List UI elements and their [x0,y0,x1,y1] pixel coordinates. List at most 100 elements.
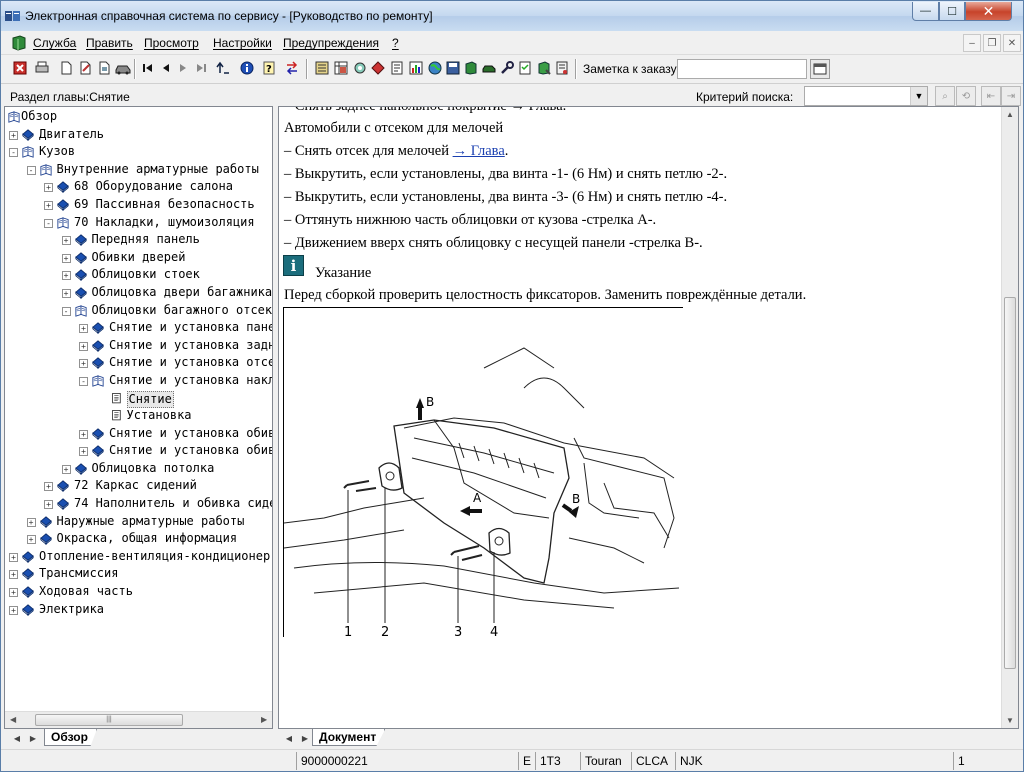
tree-collapse-icon[interactable]: - [26,165,36,175]
tree-expand-icon[interactable]: + [9,588,18,598]
search-criteria-select[interactable]: ▼ [804,86,928,106]
next-page-icon[interactable] [173,58,193,78]
tree-item[interactable]: + Облицовка двери багажника [5,284,272,302]
tab-prev-icon[interactable]: ◀ [10,731,24,745]
tree-horizontal-scrollbar[interactable]: ◀ ||| ▶ [5,711,272,728]
print-icon[interactable] [32,58,52,78]
doc-tab-prev-icon[interactable]: ◀ [282,731,296,745]
tree-expand-icon[interactable]: + [9,605,18,615]
menu-preduprezhdeniya[interactable]: Предупреждения [283,36,379,50]
tree-collapse-icon[interactable]: - [79,376,88,386]
edit-page-icon[interactable] [75,58,95,78]
tree-collapse-icon[interactable]: - [61,306,71,316]
scroll-right-icon[interactable]: ▶ [261,715,267,724]
wrench-icon[interactable] [497,58,517,78]
page-copy-icon[interactable] [94,58,114,78]
car-icon[interactable] [113,58,133,78]
mdi-close-button[interactable]: ✕ [1003,34,1021,52]
tree-expand-icon[interactable]: + [61,271,71,281]
doc-tab-next-icon[interactable]: ▶ [298,731,312,745]
tree-item[interactable]: + Снятие и установка обивки [5,442,272,460]
info-icon[interactable] [237,58,257,78]
tree-item[interactable]: Обзор [5,108,272,126]
tree-expand-icon[interactable]: + [44,482,53,492]
tree-item[interactable]: - Снятие и установка накладки [5,372,272,390]
scroll-down-icon[interactable]: ▼ [1006,716,1014,725]
tree-expand-icon[interactable]: + [61,236,71,246]
maximize-button[interactable]: ☐ [939,2,965,21]
tree-expand-icon[interactable]: + [9,570,18,580]
tree-item[interactable]: +69 Пассивная безопасность [5,196,272,214]
tree-item[interactable]: + Двигатель [5,126,272,144]
tree-expand-icon[interactable]: + [61,288,71,298]
tree-item[interactable]: + Облицовки стоек [5,266,272,284]
tree-item[interactable]: + Снятие и установка задней [5,337,272,355]
search-refresh-icon[interactable]: ⟲ [956,86,976,106]
tree-item[interactable]: + Трансмиссия [5,565,272,583]
tree-item[interactable]: + Снятие и установка отсека [5,354,272,372]
menu-nastroyki[interactable]: Настройки [213,36,272,50]
menu-sluzhba[interactable]: Служба [33,36,76,50]
tree-item[interactable]: - Внутренние арматурные работы [5,161,272,179]
tree-expand-icon[interactable]: + [79,324,88,334]
table-icon[interactable] [331,58,351,78]
tree-collapse-icon[interactable]: - [9,148,18,158]
tree-item[interactable]: + Ходовая часть [5,583,272,601]
search-next-icon[interactable]: ⇥ [1001,86,1021,106]
tree-item[interactable]: - Облицовки багажного отсека [5,302,272,320]
first-page-icon[interactable] [138,58,158,78]
tree-item[interactable]: + Окраска, общая информация [5,530,272,548]
green-book-icon[interactable] [461,58,481,78]
document-scroll-thumb[interactable] [1004,297,1016,669]
tools-icon[interactable] [350,58,370,78]
tree-expand-icon[interactable]: + [26,535,36,545]
tree-expand-icon[interactable]: + [44,200,53,210]
tree-item[interactable]: Снятие [5,390,272,408]
tree-expand-icon[interactable]: + [79,341,88,351]
tab-document[interactable]: Документ [312,729,386,746]
menu-pravit[interactable]: Править [86,36,133,50]
tree-item[interactable]: - Кузов [5,143,272,161]
tree-item[interactable]: + Облицовка потолка [5,460,272,478]
order-note-input[interactable] [677,59,807,79]
save-icon[interactable] [443,58,463,78]
note-edit-icon[interactable] [810,59,830,79]
mdi-restore-button[interactable]: ❐ [983,34,1001,52]
notes-icon[interactable] [552,58,572,78]
tree-item[interactable]: + Отопление-вентиляция-кондиционер [5,548,272,566]
diamond-icon[interactable] [368,58,388,78]
close-button[interactable]: ✕ [965,2,1012,21]
catalog-icon[interactable] [312,58,332,78]
tree-item[interactable]: +68 Оборудование салона [5,178,272,196]
search-prev-icon[interactable]: ⇤ [981,86,1001,106]
tree-expand-icon[interactable]: + [61,253,71,263]
exit-icon[interactable] [10,58,30,78]
tree-expand-icon[interactable]: + [61,464,71,474]
tree-item[interactable]: +74 Наполнитель и обивка сидений [5,495,272,513]
globe-icon[interactable] [425,58,445,78]
menu-help[interactable]: ? [392,36,399,50]
tree-expand-icon[interactable]: + [79,359,88,369]
car-small-icon[interactable] [479,58,499,78]
chart-icon[interactable] [406,58,426,78]
tree-collapse-icon[interactable]: - [44,218,53,228]
tree-expand-icon[interactable]: + [9,130,18,140]
document-vertical-scrollbar[interactable]: ▲ ▼ [1001,107,1018,728]
tree-item[interactable]: - 70 Накладки, шумоизоляция [5,214,272,232]
chevron-down-icon[interactable]: ▼ [910,87,927,105]
new-page-icon[interactable] [56,58,76,78]
scroll-thumb[interactable]: ||| [35,714,183,726]
tree-item[interactable]: Установка [5,407,272,425]
help-question-icon[interactable]: ? [259,58,279,78]
tree-expand-icon[interactable]: + [9,552,18,562]
menu-prosmotr[interactable]: Просмотр [144,36,199,50]
tree-item[interactable]: +72 Каркас сидений [5,477,272,495]
tree-expand-icon[interactable]: + [79,447,88,457]
tab-next-icon[interactable]: ▶ [26,731,40,745]
chapter-link[interactable]: → Глава [453,143,505,159]
scroll-left-icon[interactable]: ◀ [10,715,16,724]
tree-item[interactable]: + Передняя панель [5,231,272,249]
tree-item[interactable]: + Снятие и установка обивки [5,425,272,443]
mdi-minimize-button[interactable]: – [963,34,981,52]
tree-expand-icon[interactable]: + [26,517,36,527]
